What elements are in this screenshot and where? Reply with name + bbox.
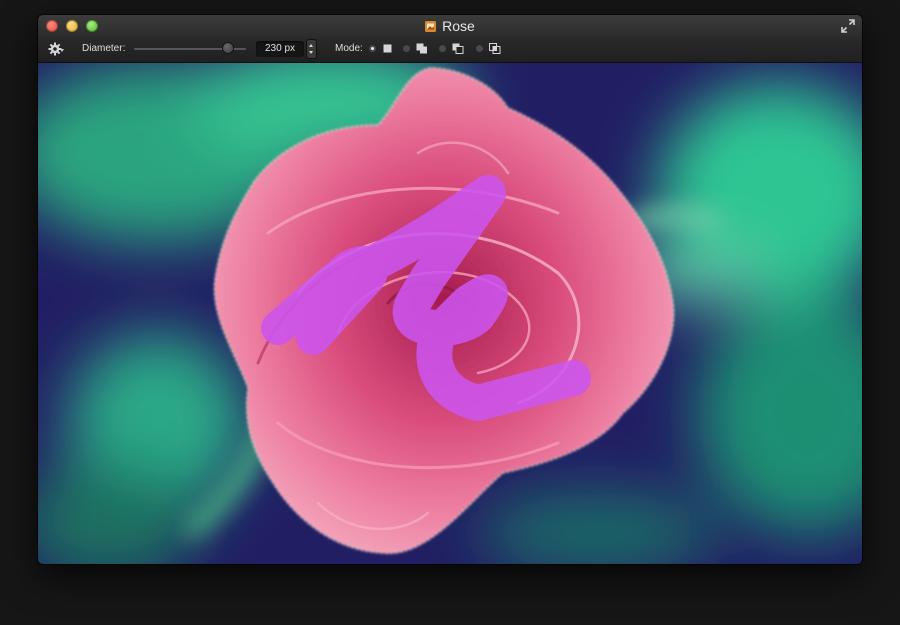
image-document-icon (425, 20, 437, 32)
subtract-from-selection-icon (452, 43, 464, 54)
mode-intersect-radio[interactable] (475, 44, 484, 53)
mode-replace-radio[interactable] (368, 44, 377, 53)
diameter-stepper[interactable] (307, 40, 316, 58)
window-title: Rose (442, 18, 475, 34)
mode-add-radio[interactable] (402, 44, 411, 53)
diameter-field[interactable]: 230 px (256, 41, 304, 57)
add-to-selection-icon (416, 43, 427, 54)
stepper-up-icon[interactable] (309, 44, 313, 47)
tool-options-bar: Diameter: 230 px Mode: (38, 37, 862, 63)
title-bar: Rose (38, 15, 862, 37)
app-window: Rose Diameter: 230 px Mode: (38, 15, 862, 564)
diameter-label: Diameter: (82, 43, 126, 54)
replace-selection-icon (383, 44, 392, 53)
stepper-down-icon[interactable] (309, 51, 313, 54)
intersect-selection-icon (489, 43, 501, 54)
fullscreen-icon[interactable] (841, 19, 855, 33)
chevron-down-icon[interactable] (60, 49, 64, 52)
diameter-slider-handle[interactable] (223, 43, 233, 53)
image-canvas[interactable] (38, 63, 862, 564)
title-container: Rose (38, 18, 862, 34)
rose-photo[interactable] (38, 63, 862, 564)
mode-subtract-radio[interactable] (438, 44, 447, 53)
mode-label: Mode: (335, 43, 363, 54)
